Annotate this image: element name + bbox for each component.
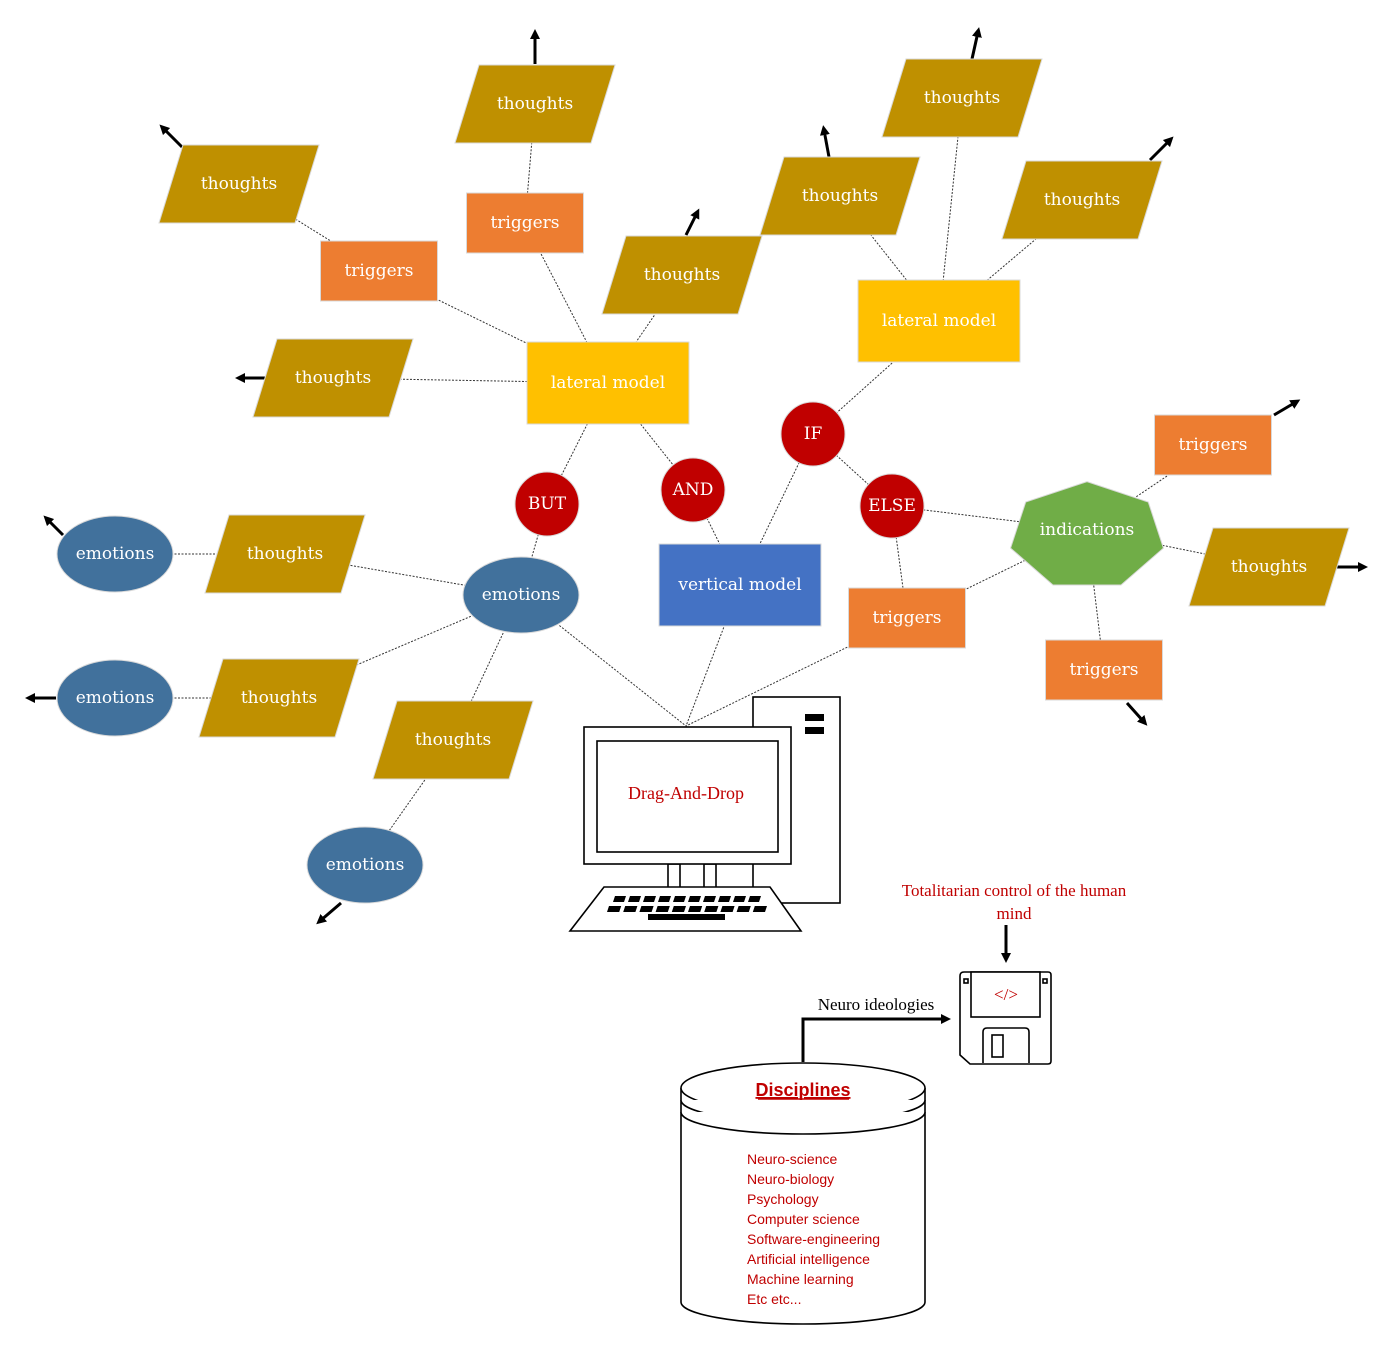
keyboard-spacebar — [648, 914, 725, 920]
keyboard-key — [613, 896, 626, 902]
screen-text: Drag-And-Drop — [628, 783, 744, 803]
discipline-item: Psychology — [747, 1191, 819, 1207]
keyboard — [568, 886, 803, 932]
mind-map-diagram: lateral model lateral model vertical model… — [25, 27, 1368, 1325]
emotions-label: emotions — [76, 544, 155, 564]
thoughts-label: thoughts — [1044, 190, 1120, 210]
thoughts-label: thoughts — [644, 265, 720, 285]
and-label: AND — [672, 480, 714, 500]
neuro-ideologies-arrow — [801, 1014, 951, 1062]
neuro-ideologies-label: Neuro ideologies — [818, 995, 935, 1014]
keyboard-key — [703, 896, 716, 902]
arrow-icon — [819, 125, 831, 158]
monitor-stand — [667, 863, 681, 889]
floppy-caption-line2: mind — [997, 904, 1032, 923]
keyboard-key — [655, 906, 670, 912]
else-label: ELSE — [868, 496, 916, 516]
keyboard-key — [752, 906, 767, 912]
keyboard-key — [623, 906, 638, 912]
triggers-label: triggers — [1178, 435, 1247, 455]
discipline-item: Machine learning — [747, 1271, 854, 1287]
keyboard-key — [658, 896, 671, 902]
thoughts-label: thoughts — [415, 730, 491, 750]
floppy-shutter-window — [991, 1034, 1004, 1058]
computer-illustration: Drag-And-Drop — [568, 696, 841, 932]
thoughts-label: thoughts — [1231, 557, 1307, 577]
keyboard-key — [718, 896, 731, 902]
keyboard-key — [733, 896, 746, 902]
lateral-model-label: lateral model — [882, 311, 996, 331]
triggers-label: triggers — [344, 261, 413, 281]
keyboard-key — [628, 896, 641, 902]
thoughts-label: thoughts — [295, 368, 371, 388]
indications-label: indications — [1040, 520, 1135, 540]
keyboard-key — [704, 906, 719, 912]
lateral-model-label: lateral model — [551, 373, 665, 393]
keyboard-key — [643, 896, 656, 902]
discipline-item: Etc etc... — [747, 1291, 801, 1307]
code-icon: </> — [994, 985, 1018, 1004]
emotions-label: emotions — [326, 855, 405, 875]
arrow-icon — [1125, 701, 1148, 726]
floppy-shutter — [982, 1027, 1030, 1063]
arrow-icon — [316, 901, 342, 925]
keyboard-key — [671, 906, 686, 912]
thoughts-label: thoughts — [802, 186, 878, 206]
triggers-label: triggers — [490, 213, 559, 233]
emotions-label: emotions — [482, 585, 561, 605]
thoughts-label: thoughts — [241, 688, 317, 708]
discipline-item: Artificial intelligence — [747, 1251, 870, 1267]
arrow-icon — [970, 27, 982, 60]
keyboard-key — [688, 896, 701, 902]
keyboard-key — [607, 906, 622, 912]
disciplines-database: Disciplines Neuro-science Neuro-biology Ps… — [680, 1062, 926, 1325]
floppy-disk-group: Totalitarian control of the human mind <… — [801, 881, 1127, 1065]
keyboard-key — [639, 906, 654, 912]
arrow-icon — [684, 208, 700, 236]
thoughts-label: thoughts — [201, 174, 277, 194]
database-title: Disciplines — [755, 1080, 850, 1100]
discipline-item: Neuro-science — [747, 1151, 837, 1167]
emotions-label: emotions — [76, 688, 155, 708]
discipline-item: Computer science — [747, 1211, 860, 1227]
tower-drive-slot — [805, 714, 824, 721]
discipline-item: Software-engineering — [747, 1231, 880, 1247]
tower-drive-slot — [805, 727, 824, 734]
keyboard-key — [688, 906, 703, 912]
arrow-icon — [43, 515, 65, 537]
arrow-icon — [1148, 136, 1174, 162]
arrow-icon — [159, 124, 184, 149]
keyboard-key — [748, 896, 761, 902]
vertical-model-label: vertical model — [677, 575, 801, 595]
thoughts-label: thoughts — [497, 94, 573, 114]
thoughts-label: thoughts — [924, 88, 1000, 108]
keyboard-key — [673, 896, 686, 902]
if-label: IF — [804, 424, 823, 444]
floppy-caption-line1: Totalitarian control of the human — [902, 881, 1127, 900]
floppy-hole — [1042, 978, 1048, 984]
monitor-stand — [703, 863, 717, 889]
but-label: BUT — [528, 494, 567, 514]
thoughts-label: thoughts — [247, 544, 323, 564]
triggers-label: triggers — [1069, 660, 1138, 680]
keyboard-key — [720, 906, 735, 912]
floppy-hole — [963, 978, 969, 984]
keyboard-key — [736, 906, 751, 912]
arrow-icon — [1273, 399, 1301, 417]
discipline-item: Neuro-biology — [747, 1171, 834, 1187]
triggers-label: triggers — [872, 608, 941, 628]
